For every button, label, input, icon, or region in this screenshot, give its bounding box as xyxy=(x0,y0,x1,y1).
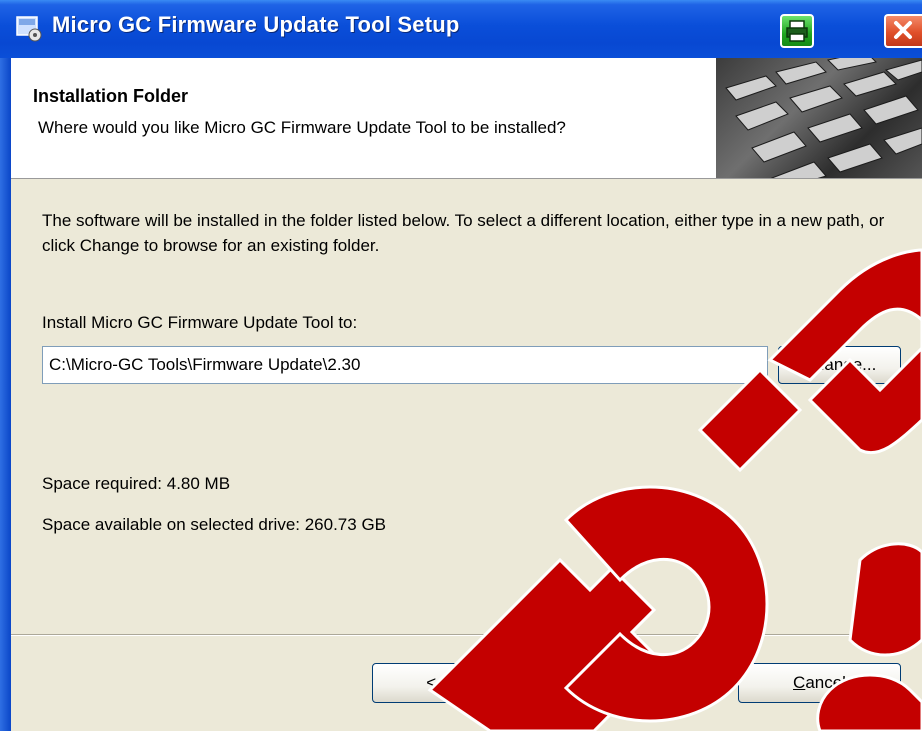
close-button[interactable] xyxy=(884,14,922,48)
dialog-body xyxy=(0,179,922,731)
keyboard-banner-image xyxy=(716,58,922,178)
window-title: Micro GC Firmware Update Tool Setup xyxy=(52,12,460,37)
printer-button[interactable] xyxy=(780,14,814,48)
install-path-label: Install Micro GC Firmware Update Tool to… xyxy=(42,313,358,332)
printer-icon xyxy=(786,20,808,42)
close-icon xyxy=(894,21,912,39)
change-button[interactable]: Change... xyxy=(778,346,901,384)
footer-divider xyxy=(11,634,922,636)
cancel-button[interactable]: Cancel xyxy=(738,663,901,703)
next-button[interactable]: Next > xyxy=(555,663,712,703)
page-subtitle: Where would you like Micro GC Firmware U… xyxy=(38,118,566,137)
install-path-input[interactable] xyxy=(42,346,768,384)
title-bar[interactable]: Micro GC Firmware Update Tool Setup xyxy=(0,0,922,58)
back-button[interactable]: < Back xyxy=(372,663,533,703)
page-title: Installation Folder xyxy=(33,86,189,106)
window-left-border xyxy=(0,58,11,731)
space-required-text: Space required: 4.80 MB xyxy=(42,474,231,493)
installer-icon xyxy=(16,16,42,42)
space-available-text: Space available on selected drive: 260.7… xyxy=(42,515,387,534)
instructions-text: The software will be installed in the fo… xyxy=(42,211,885,255)
